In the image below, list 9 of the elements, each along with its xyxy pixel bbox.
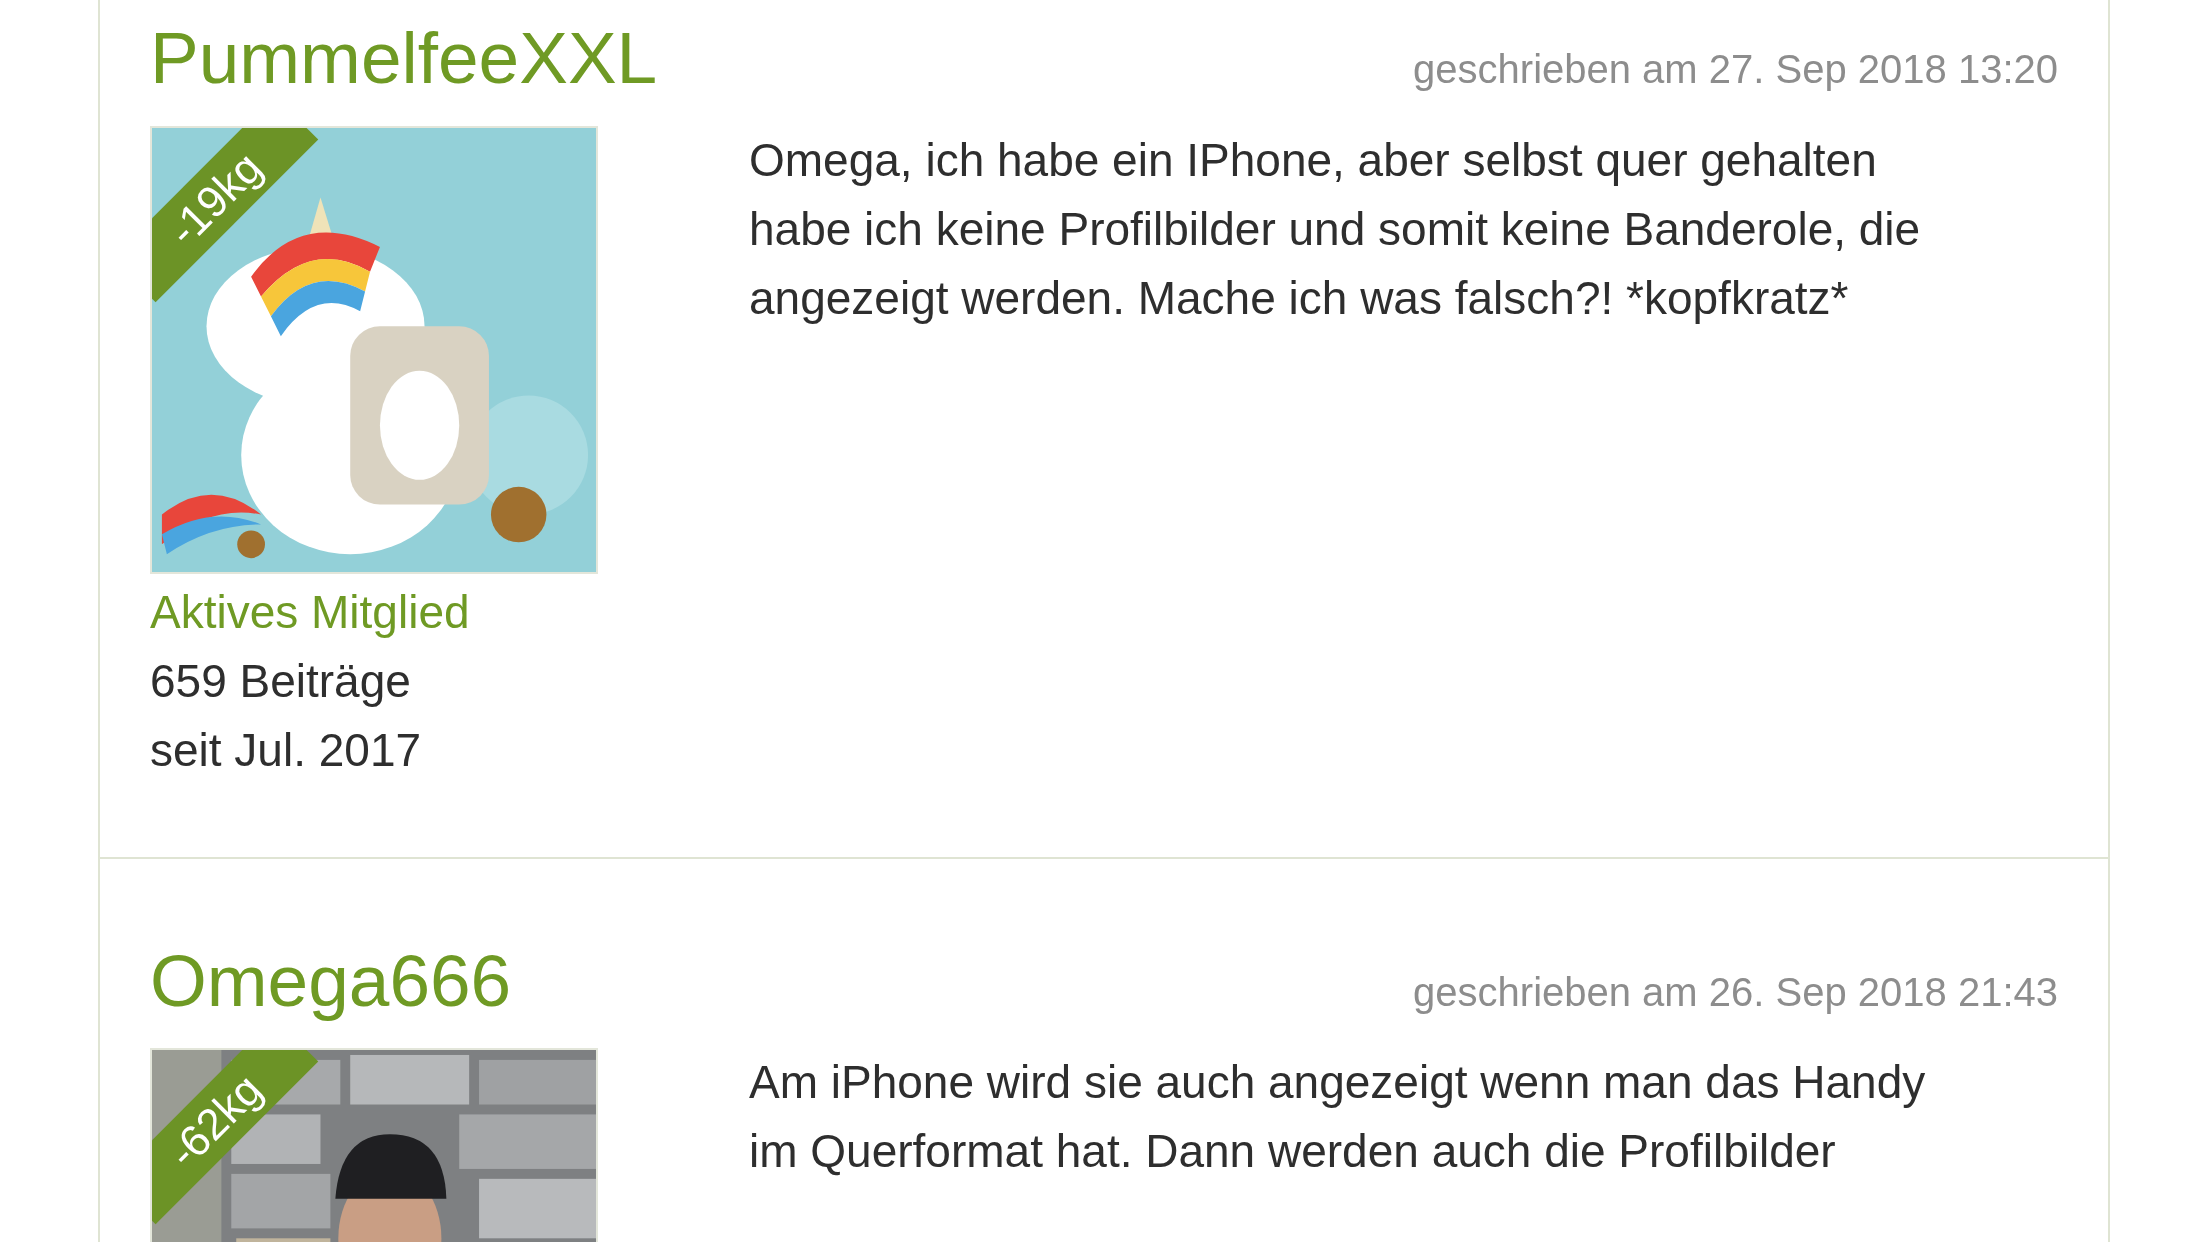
post-date: geschrieben am 27. Sep 2018 13:20 (1413, 47, 2058, 92)
post-text: Am iPhone wird sie auch angezeigt wenn man das Handy im Querformat hat. Dann werden auch die Profilbilder (749, 1055, 1927, 1180)
member-rank: Aktives Mitglied (150, 584, 471, 640)
post-text: Omega, ich habe ein IPhone, aber selbst quer gehalten habe ich keine Profilbilder und somit keine Banderole, die angezeigt werden. Mache ich was falsch?! *kopfkratz* (749, 132, 1922, 326)
member-since: seit Jul. 2017 (150, 722, 423, 778)
post-count: 659 Beiträge (150, 653, 412, 709)
username[interactable]: PummelfeeXXL (150, 14, 658, 102)
username[interactable]: Omega666 (150, 936, 512, 1025)
post-date: geschrieben am 26. Sep 2018 21:43 (1413, 969, 2058, 1015)
